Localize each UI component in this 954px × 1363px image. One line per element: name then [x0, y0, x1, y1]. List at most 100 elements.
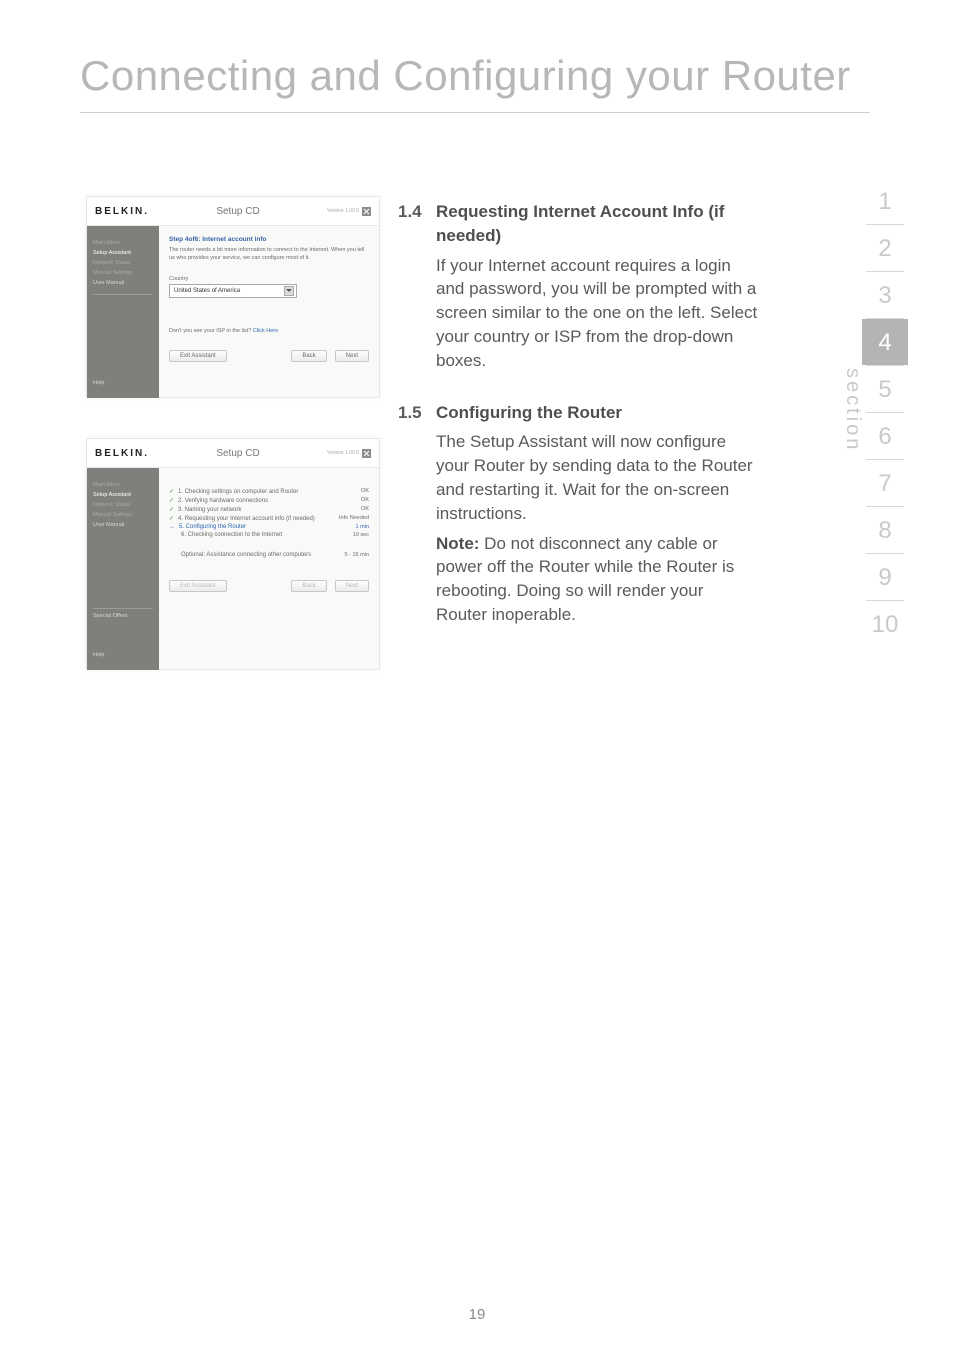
mock2-title: Setup CD: [216, 448, 259, 459]
mock2-nav-3: Manual Settings: [93, 512, 153, 518]
mock2-body: ✓ 1. Checking settings on computer and Ro…: [159, 468, 379, 618]
section-nav-item-10[interactable]: 10: [862, 601, 908, 647]
mock1-footer-buttons: Exit Assistant Back Next: [169, 350, 369, 362]
mock1-version-wrap: Version 1.00.0: [327, 207, 371, 216]
check-icon: ✓: [169, 515, 174, 522]
mock2-step-status: 1 min: [356, 524, 369, 530]
mock2-footer-buttons: Exit Assistant Back Next: [169, 580, 369, 592]
mock1-titlebar: BELKIN. Setup CD Version 1.00.0: [87, 197, 379, 226]
screenshot-step4: BELKIN. Setup CD Version 1.00.0 Main Men…: [86, 196, 380, 398]
section-nav-item-4[interactable]: 4: [862, 319, 908, 365]
mock2-brand: BELKIN.: [95, 448, 149, 459]
mock1-nav-2: Network Status: [93, 260, 153, 266]
mock1-title: Setup CD: [216, 206, 259, 217]
mock2-step-row: → 5. Configuring the Router 1 min: [169, 524, 369, 530]
mock2-optional-row: Optional: Assistance connecting other co…: [169, 552, 369, 558]
mock2-nav-0: Main Menu: [93, 482, 153, 488]
arrow-right-icon: →: [169, 524, 175, 530]
mock2-step-label: 5. Configuring the Router: [179, 524, 246, 530]
section-1-4: 1.4 Requesting Internet Account Info (if…: [398, 200, 758, 373]
mock2-step-status: OK: [361, 488, 369, 495]
check-icon: ✓: [169, 488, 174, 495]
close-icon: [362, 449, 371, 458]
mock2-step-status: Info Needed: [339, 515, 369, 522]
note-label: Note:: [436, 534, 479, 553]
section-1-4-body: If your Internet account requires a logi…: [436, 254, 758, 373]
mock2-step-status: OK: [361, 506, 369, 513]
mock1-isp-line: Don't you see your ISP in the list? Clic…: [169, 328, 369, 336]
mock2-step-label: 1. Checking settings on computer and Rou…: [178, 489, 298, 495]
mock2-nav-2: Network Status: [93, 502, 153, 508]
mock2-step-status: 10 sec: [353, 532, 369, 538]
mock2-next-button: Next: [335, 580, 369, 592]
mock1-nav-4: User Manual: [93, 280, 153, 286]
section-1-5-heading: Configuring the Router: [436, 401, 758, 425]
mock1-body: Step 4of6: Internet account info The rou…: [159, 226, 379, 376]
page-number: 19: [0, 1306, 954, 1323]
section-1-5-number: 1.5: [398, 401, 436, 627]
mock2-step-row: ✓ 1. Checking settings on computer and Ro…: [169, 488, 369, 495]
mock1-exit-button: Exit Assistant: [169, 350, 227, 362]
note-body: Do not disconnect any cable or power off…: [436, 534, 734, 624]
section-1-5-body: The Setup Assistant will now configure y…: [436, 430, 758, 525]
mock2-step-row: ✓ 3. Naming your network OK: [169, 506, 369, 513]
mock2-version: Version 1.00.0: [327, 450, 359, 456]
mock2-step-row: 6. Checking connection to the Internet 10…: [169, 532, 369, 538]
section-1-4-heading: Requesting Internet Account Info (if nee…: [436, 200, 758, 248]
mock1-nav-1: Setup Assistant: [93, 250, 153, 256]
check-icon: ✓: [169, 506, 174, 513]
mock1-country-label: Country: [169, 276, 369, 284]
mock2-nav-4: User Manual: [93, 522, 153, 528]
mock1-nav-0: Main Menu: [93, 240, 153, 246]
mock1-country-value: United States of America: [174, 288, 240, 294]
mock2-step-label: 3. Naming your network: [178, 507, 241, 513]
mock2-optional-status: 5 - 15 min: [345, 552, 369, 558]
mock1-sidebar: Main Menu Setup Assistant Network Status…: [87, 226, 159, 398]
close-icon: [362, 207, 371, 216]
mock2-help: Help: [93, 652, 104, 658]
screenshot-progress: BELKIN. Setup CD Version 1.00.0 Main Men…: [86, 438, 380, 670]
section-nav-item-1[interactable]: 1: [862, 178, 908, 224]
mock2-version-wrap: Version 1.00.0: [327, 449, 371, 458]
section-1-5: 1.5 Configuring the Router The Setup Ass…: [398, 401, 758, 627]
section-nav-item-5[interactable]: 5: [862, 366, 908, 412]
section-nav-label: section: [841, 368, 864, 452]
section-nav-item-9[interactable]: 9: [862, 554, 908, 600]
mock2-nav-1: Setup Assistant: [93, 492, 153, 498]
mock2-step-status: OK: [361, 497, 369, 504]
section-nav-item-2[interactable]: 2: [862, 225, 908, 271]
instruction-content: 1.4 Requesting Internet Account Info (if…: [398, 200, 758, 655]
mock1-isp-text: Don't you see your ISP in the list?: [169, 328, 253, 334]
mock2-step-label: 4. Requesting your Internet account info…: [178, 516, 315, 522]
mock1-brand: BELKIN.: [95, 206, 149, 217]
section-1-4-number: 1.4: [398, 200, 436, 373]
section-nav-item-3[interactable]: 3: [862, 272, 908, 318]
mock2-titlebar: BELKIN. Setup CD Version 1.00.0: [87, 439, 379, 468]
mock2-sidebar: Main Menu Setup Assistant Network Status…: [87, 468, 159, 670]
mock2-back-button: Back: [291, 580, 326, 592]
mock1-back-button: Back: [291, 350, 326, 362]
section-nav-item-8[interactable]: 8: [862, 507, 908, 553]
mock1-isp-link: Click Here: [253, 328, 278, 334]
section-nav-item-7[interactable]: 7: [862, 460, 908, 506]
mock1-help: Help: [93, 380, 104, 386]
check-icon: ✓: [169, 497, 174, 504]
chevron-down-icon: [284, 286, 294, 296]
title-rule: [80, 112, 870, 113]
mock2-exit-button: Exit Assistant: [169, 580, 227, 592]
section-1-5-note: Note: Do not disconnect any cable or pow…: [436, 532, 758, 627]
mock1-step-title: Step 4of6: Internet account info: [169, 236, 369, 243]
mock1-country-select: United States of America: [169, 284, 297, 298]
page-title: Connecting and Configuring your Router: [80, 52, 851, 100]
mock1-step-desc: The router needs a bit more information …: [169, 247, 369, 262]
section-nav-item-6[interactable]: 6: [862, 413, 908, 459]
mock2-step-label: 6. Checking connection to the Internet: [181, 532, 282, 538]
mock1-next-button: Next: [335, 350, 369, 362]
mock1-nav-3: Manual Settings: [93, 270, 153, 276]
mock2-special: Special Offers: [93, 613, 153, 619]
mock2-step-label: 2. Verifying hardware connections: [178, 498, 268, 504]
mock2-step-row: ✓ 4. Requesting your Internet account inf…: [169, 515, 369, 522]
mock1-version: Version 1.00.0: [327, 208, 359, 214]
section-nav: section 12345678910: [862, 178, 908, 647]
mock2-step-row: ✓ 2. Verifying hardware connections OK: [169, 497, 369, 504]
